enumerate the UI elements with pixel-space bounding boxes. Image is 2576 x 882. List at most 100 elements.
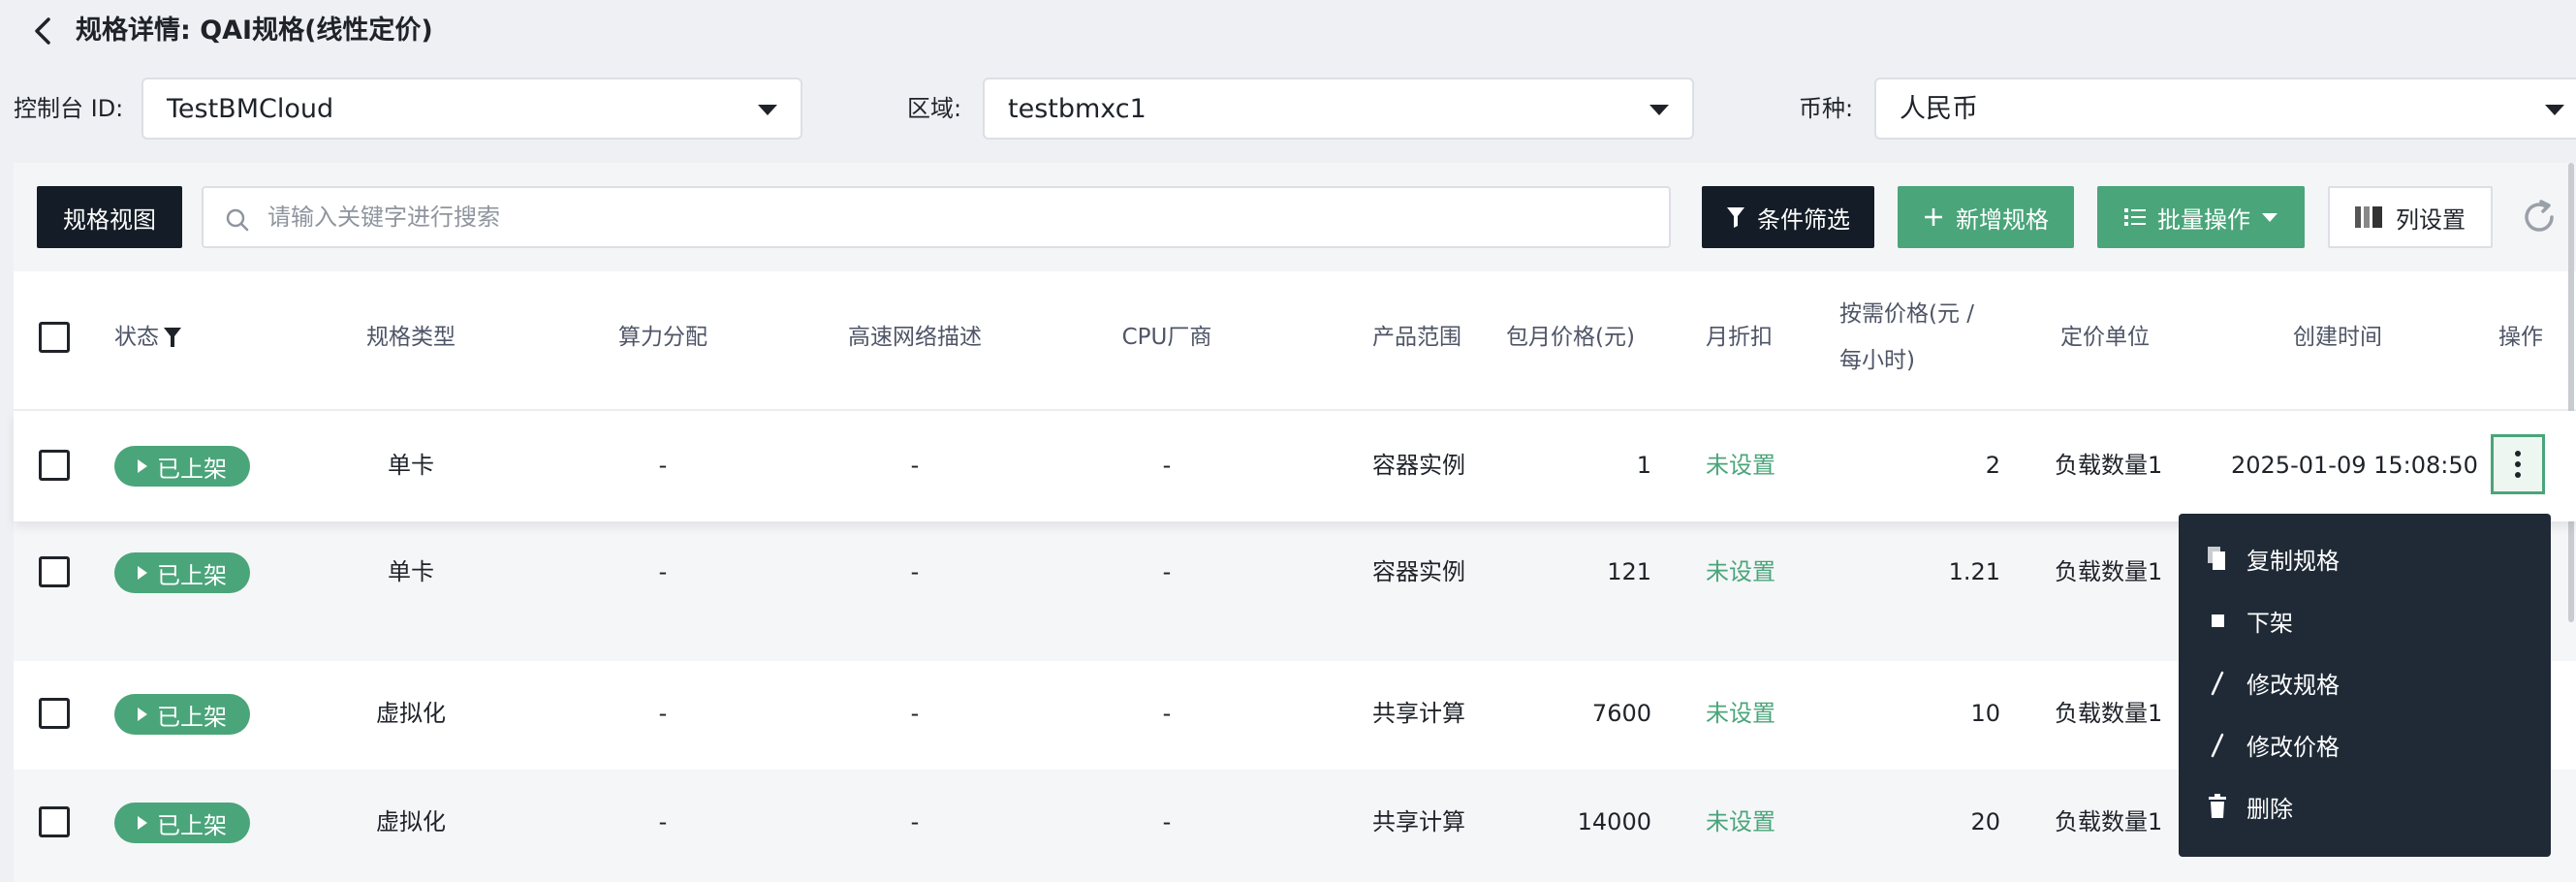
- chevron-left-icon: [35, 17, 50, 45]
- caret-down-icon: [2545, 105, 2564, 115]
- cell-monthly-price: 7600: [1591, 700, 1651, 727]
- cell-compute: -: [658, 700, 668, 727]
- vertical-scrollbar[interactable]: [2568, 163, 2574, 622]
- menu-item-label: 下架: [2246, 609, 2293, 637]
- menu-item-label: 修改价格: [2246, 733, 2340, 761]
- select-all-checkbox[interactable]: [39, 322, 70, 353]
- filter-button[interactable]: 条件筛选: [1702, 186, 1874, 248]
- cell-product-range: 容器实例: [1372, 558, 1465, 585]
- console-id-label: 控制台 ID:: [14, 95, 124, 122]
- cell-monthly-discount: 未设置: [1706, 808, 1775, 835]
- cell-pricing-unit: 负载数量1: [2055, 700, 2163, 727]
- row-checkbox[interactable]: [39, 698, 70, 729]
- column-header-status-label: 状态: [114, 325, 159, 350]
- cell-spec-type: 虚拟化: [376, 808, 446, 835]
- dot-icon: [2515, 451, 2521, 457]
- cell-compute: -: [658, 558, 668, 585]
- menu-item-label: 复制规格: [2246, 547, 2340, 575]
- cell-cpu-vendor: -: [1162, 700, 1172, 727]
- menu-item-copy-spec[interactable]: 复制规格: [2179, 527, 2551, 589]
- cell-monthly-price: 121: [1607, 558, 1651, 585]
- cell-created-at: 2025-01-09 15:08:50: [2231, 452, 2478, 479]
- page-title: 规格详情: QAI规格(线性定价): [76, 16, 433, 46]
- cell-pricing-unit: 负载数量1: [2055, 452, 2163, 479]
- search-icon: [226, 208, 249, 232]
- filter-button-label: 条件筛选: [1757, 205, 1850, 234]
- column-header-network: 高速网络描述: [848, 325, 982, 350]
- column-header-compute: 算力分配: [618, 325, 707, 350]
- cell-network: -: [910, 700, 920, 727]
- cell-product-range: 共享计算: [1372, 700, 1465, 727]
- plus-icon: [1925, 208, 1942, 226]
- column-header-ondemand-price-line2: 每小时): [1839, 348, 1915, 373]
- edit-icon: [2211, 671, 2224, 696]
- column-header-spec-type: 规格类型: [366, 325, 456, 350]
- columns-icon: [2355, 206, 2382, 228]
- menu-item-label: 修改规格: [2246, 671, 2340, 699]
- column-header-monthly-discount: 月折扣: [1706, 325, 1773, 350]
- dot-icon: [2515, 472, 2521, 478]
- back-button[interactable]: [25, 14, 60, 48]
- funnel-icon: [1727, 207, 1744, 228]
- menu-item-unlist[interactable]: 下架: [2179, 589, 2551, 651]
- toolbar: 规格视图 条件筛选 新增规格 批量操作 列设置: [14, 163, 2576, 271]
- play-icon: [138, 459, 147, 473]
- refresh-icon[interactable]: [2520, 198, 2559, 236]
- cell-pricing-unit: 负载数量1: [2055, 558, 2163, 585]
- row-checkbox[interactable]: [39, 806, 70, 837]
- column-header-status: 状态: [114, 318, 182, 357]
- menu-item-delete[interactable]: 删除: [2179, 775, 2551, 837]
- cell-network: -: [910, 558, 920, 585]
- list-icon: [2124, 208, 2146, 226]
- table-row[interactable]: 已上架 单卡 - - - 容器实例 1 未设置 2 负载数量1 2025-01-…: [14, 411, 2576, 521]
- column-header-ondemand-price-line1: 按需价格(元 /: [1839, 301, 1975, 327]
- funnel-icon[interactable]: [163, 326, 182, 349]
- cell-network: -: [910, 808, 920, 835]
- cell-ondemand-price: 2: [1985, 452, 2000, 479]
- region-select[interactable]: testbmxc1: [983, 78, 1694, 140]
- currency-value: 人民币: [1900, 94, 1978, 124]
- caret-down-icon: [2262, 212, 2278, 222]
- table-header: 状态 规格类型 算力分配 高速网络描述 CPU厂商 产品范围 包月价格(元) 月…: [14, 271, 2576, 411]
- region-value: testbmxc1: [1008, 94, 1147, 124]
- cell-cpu-vendor: -: [1162, 808, 1172, 835]
- cell-spec-type: 虚拟化: [376, 700, 446, 727]
- console-id-select[interactable]: TestBMCloud: [141, 78, 802, 140]
- spec-view-button[interactable]: 规格视图: [37, 186, 182, 248]
- column-settings-button[interactable]: 列设置: [2328, 186, 2493, 248]
- cell-monthly-price: 1: [1636, 452, 1651, 479]
- cell-monthly-price: 14000: [1577, 808, 1651, 835]
- search-input[interactable]: [267, 198, 1644, 236]
- caret-down-icon: [758, 105, 777, 115]
- menu-item-edit-spec[interactable]: 修改规格: [2179, 651, 2551, 713]
- status-badge-label: 已上架: [157, 811, 227, 839]
- status-badge-label: 已上架: [157, 561, 227, 589]
- play-icon: [138, 566, 147, 580]
- status-badge: 已上架: [114, 803, 250, 843]
- add-spec-label: 新增规格: [1956, 205, 2049, 234]
- batch-actions-button[interactable]: 批量操作: [2097, 186, 2305, 248]
- status-badge-label: 已上架: [157, 703, 227, 731]
- cell-pricing-unit: 负载数量1: [2055, 808, 2163, 835]
- column-header-pricing-unit: 定价单位: [2060, 325, 2150, 350]
- menu-item-edit-price[interactable]: 修改价格: [2179, 713, 2551, 775]
- status-badge: 已上架: [114, 694, 250, 735]
- column-header-actions: 操作: [2498, 325, 2543, 350]
- more-actions-button[interactable]: [2491, 434, 2545, 494]
- cell-ondemand-price: 10: [1970, 700, 2000, 727]
- add-spec-button[interactable]: 新增规格: [1898, 186, 2074, 248]
- cell-ondemand-price: 1.21: [1948, 558, 2000, 585]
- status-badge: 已上架: [114, 552, 250, 593]
- status-badge: 已上架: [114, 446, 250, 487]
- page-header: 规格详情: QAI规格(线性定价): [0, 0, 2576, 62]
- stop-icon: [2212, 614, 2224, 627]
- copy-icon: [2208, 547, 2225, 570]
- cell-ondemand-price: 20: [1970, 808, 2000, 835]
- batch-actions-label: 批量操作: [2157, 205, 2250, 234]
- row-checkbox[interactable]: [39, 556, 70, 587]
- row-checkbox[interactable]: [39, 450, 70, 481]
- cell-spec-type: 单卡: [388, 558, 434, 585]
- cell-product-range: 容器实例: [1372, 452, 1465, 479]
- currency-select[interactable]: 人民币: [1874, 78, 2576, 140]
- row-actions-menu: 复制规格 下架 修改规格 修改价格 删除: [2179, 514, 2551, 857]
